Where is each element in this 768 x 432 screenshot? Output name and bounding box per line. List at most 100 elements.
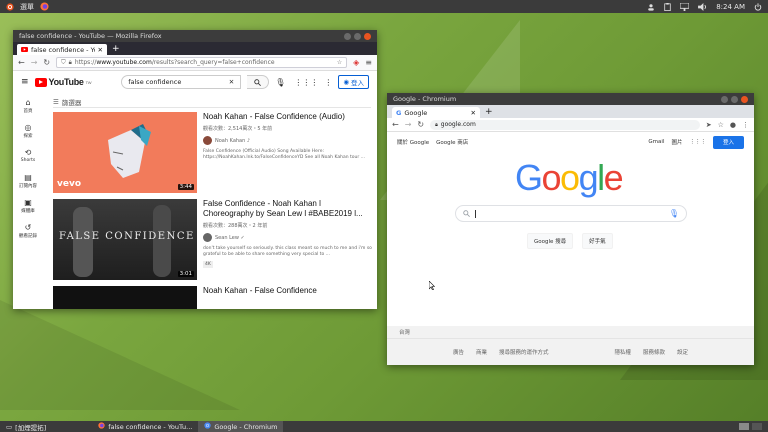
network-icon[interactable] (680, 2, 690, 11)
clear-search-icon[interactable]: ✕ (229, 78, 234, 86)
microphone-icon[interactable]: 🎙︎ (275, 78, 285, 87)
tab-close-icon[interactable]: ✕ (98, 46, 103, 54)
taskbar-item-desktop[interactable]: ▭ [加煙提拓] (0, 421, 52, 432)
footer-link-privacy[interactable]: 隱私權 (614, 348, 631, 356)
youtube-logo[interactable]: YouTube TW (34, 77, 92, 87)
pocket-icon[interactable]: ◈ (353, 58, 359, 67)
footer-link-business[interactable]: 商業 (476, 348, 487, 356)
gmail-link[interactable]: Gmail (648, 139, 664, 145)
shorts-icon: ⟲ (24, 148, 32, 157)
video-result[interactable]: vevo 3:44 Noah Kahan - False Confidence … (53, 112, 373, 196)
google-search-button[interactable]: Google 搜尋 (527, 233, 574, 249)
footer-link-settings[interactable]: 設定 (677, 348, 688, 356)
sign-in-button[interactable]: 登入 (712, 135, 744, 149)
url-bar[interactable]: ⛉ 🔒︎ https://www.youtube.com/results?sea… (56, 57, 348, 68)
video-result[interactable]: Noah Kahan - False Confidence (53, 286, 373, 309)
taskbar-item-firefox[interactable]: false confidence - YouTu... (92, 421, 198, 432)
chromium-window[interactable]: Google - Chromium G Google ✕ + ← → ↻ 🔒︎ … (387, 93, 754, 365)
channel-row[interactable]: Sean Lew ✓ (203, 233, 373, 242)
footer-link-ads[interactable]: 廣告 (453, 348, 464, 356)
power-icon[interactable] (754, 2, 762, 11)
footer-link-terms[interactable]: 服務條款 (643, 348, 665, 356)
sign-in-button[interactable]: ◉ 登入 (338, 75, 369, 89)
app-menu-icon[interactable]: ≡ (365, 58, 372, 67)
reload-icon[interactable]: ↻ (43, 58, 50, 67)
firefox-launcher-icon[interactable] (40, 2, 49, 11)
hamburger-menu-icon[interactable]: ≡ (21, 77, 29, 87)
bookmark-star-icon[interactable]: ☆ (337, 59, 342, 66)
top-panel: 選單 8:24 AM (0, 0, 768, 13)
video-thumbnail[interactable]: FALSE CONFIDENCE 3:01 (53, 199, 197, 280)
shield-icon[interactable]: ⛉ (61, 59, 66, 67)
menu-label[interactable]: 選單 (20, 2, 34, 12)
sidebar-item-explore[interactable]: ◎ 探索 (13, 118, 43, 143)
sidebar-label: 探索 (23, 133, 33, 139)
taskbar-item-chromium[interactable]: Google - Chromium (198, 421, 284, 432)
about-link[interactable]: 關於 Google (397, 138, 429, 146)
images-link[interactable]: 圖片 (671, 138, 682, 146)
lock-icon[interactable]: 🔒︎ (435, 122, 438, 128)
tab-google[interactable]: G Google ✕ (392, 107, 480, 118)
video-result[interactable]: FALSE CONFIDENCE 3:01 False Confidence -… (53, 199, 373, 283)
new-tab-button[interactable]: + (112, 44, 120, 54)
channel-row[interactable]: Noah Kahan ♪ (203, 136, 373, 145)
settings-dots-icon[interactable]: ⋮ (324, 78, 332, 87)
video-thumbnail[interactable] (53, 286, 197, 309)
clock[interactable]: 8:24 AM (716, 3, 745, 11)
region-code: TW (85, 79, 92, 85)
user-icon[interactable] (647, 3, 655, 11)
share-icon[interactable]: ➤ (706, 121, 712, 129)
sidebar-item-subscriptions[interactable]: ▤ 訂閱內容 (13, 168, 43, 193)
workspace-1[interactable] (739, 423, 749, 430)
back-icon[interactable]: ← (392, 120, 399, 129)
search-button[interactable] (247, 75, 270, 89)
reload-icon[interactable]: ↻ (417, 120, 424, 129)
country-label: 台灣 (387, 326, 754, 339)
close-button[interactable] (364, 32, 371, 40)
tab-youtube[interactable]: false confidence - YouTube ✕ (17, 44, 107, 55)
chromium-icon (204, 422, 211, 431)
sidebar-item-home[interactable]: ⌂ 首頁 (13, 93, 43, 118)
apps-grid-icon[interactable]: ⋮⋮⋮ (689, 139, 706, 145)
lock-icon[interactable]: 🔒︎ (69, 59, 72, 67)
sidebar-item-library[interactable]: ▣ 媒體庫 (13, 193, 43, 218)
minimize-button[interactable] (721, 95, 728, 103)
new-tab-button[interactable]: + (485, 107, 493, 117)
profile-icon[interactable]: ● (730, 121, 736, 129)
minimize-button[interactable] (344, 32, 351, 40)
store-link[interactable]: Google 商店 (436, 138, 468, 146)
chrome-menu-icon[interactable]: ⋮ (742, 121, 749, 129)
maximize-button[interactable] (354, 32, 361, 40)
sidebar-item-history[interactable]: ↺ 觀看記錄 (13, 218, 43, 243)
search-input[interactable]: false confidence ✕ (121, 75, 242, 89)
close-button[interactable] (741, 95, 748, 103)
sidebar-item-shorts[interactable]: ⟲ Shorts (13, 143, 43, 168)
maximize-button[interactable] (731, 95, 738, 103)
firefox-titlebar[interactable]: false confidence - YouTube — Mozilla Fir… (13, 30, 377, 42)
microphone-icon[interactable]: 🎙︎ (669, 209, 679, 218)
workspace-switcher[interactable] (739, 423, 768, 430)
clipboard-icon[interactable] (664, 2, 671, 11)
apps-grid-icon[interactable]: ⋮⋮⋮ (294, 78, 318, 87)
firefox-window[interactable]: false confidence - YouTube — Mozilla Fir… (13, 30, 377, 309)
video-title[interactable]: Noah Kahan - False Confidence (203, 286, 373, 296)
ubuntu-logo-icon[interactable] (6, 2, 14, 11)
footer-link-how-search-works[interactable]: 搜尋服務的運作方式 (499, 348, 549, 356)
forward-icon[interactable]: → (31, 58, 38, 67)
workspace-2[interactable] (752, 423, 762, 430)
video-title[interactable]: Noah Kahan - False Confidence (Audio) (203, 112, 373, 122)
tab-strip: false confidence - YouTube ✕ + (13, 42, 377, 55)
back-icon[interactable]: ← (18, 58, 25, 67)
filter-button[interactable]: ☰ 篩選器 (53, 97, 81, 107)
home-icon: ⌂ (25, 97, 31, 107)
volume-icon[interactable] (698, 2, 707, 11)
bookmark-star-icon[interactable]: ☆ (718, 121, 724, 129)
chromium-titlebar[interactable]: Google - Chromium (387, 93, 754, 105)
omnibox[interactable]: 🔒︎ google.com (430, 119, 700, 130)
video-thumbnail[interactable]: vevo 3:44 (53, 112, 197, 193)
forward-icon[interactable]: → (405, 120, 412, 129)
search-input[interactable]: 🎙︎ (455, 205, 687, 222)
video-title[interactable]: False Confidence - Noah Kahan l Choreogr… (203, 199, 373, 219)
tab-close-icon[interactable]: ✕ (471, 109, 476, 117)
lucky-button[interactable]: 好手氣 (582, 233, 613, 249)
